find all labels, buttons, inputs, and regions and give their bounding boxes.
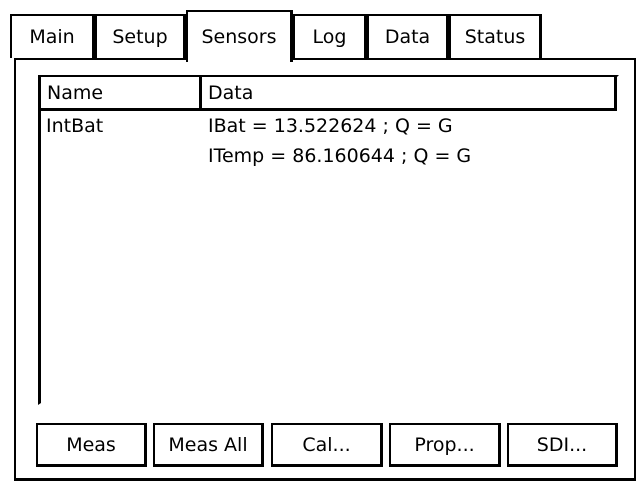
tab-sensors-label: Sensors [201,25,277,48]
column-header-data[interactable]: Data [202,77,617,111]
tab-main[interactable]: Main [10,14,95,58]
tab-data-label: Data [384,25,431,48]
tab-log-label: Log [312,25,347,48]
tab-data[interactable]: Data [367,14,449,58]
tab-main-label: Main [29,25,75,48]
list-row[interactable]: IntBat IBat = 13.522624 ; Q = G [41,111,617,141]
column-header-name[interactable]: Name [41,77,202,111]
tab-status[interactable]: Status [449,14,542,58]
tab-setup[interactable]: Setup [95,14,186,58]
cal-button-label: Cal... [302,433,351,456]
meas-all-button[interactable]: Meas All [153,423,264,467]
sensor-data: ITemp = 86.160644 ; Q = G [208,145,472,167]
meas-button-label: Meas [66,433,116,456]
meas-button[interactable]: Meas [36,423,147,467]
tab-setup-label: Setup [112,25,168,48]
tab-log[interactable]: Log [293,14,367,58]
list-row[interactable]: ITemp = 86.160644 ; Q = G [41,141,617,171]
prop-button[interactable]: Prop... [389,423,501,467]
cal-button[interactable]: Cal... [271,423,383,467]
sensors-list[interactable]: Name Data IntBat IBat = 13.522624 ; Q = … [38,75,619,405]
tab-status-label: Status [464,25,526,48]
sdi-button-label: SDI... [536,433,588,456]
column-header-data-label: Data [208,81,254,104]
prop-button-label: Prop... [414,433,475,456]
column-header-name-label: Name [47,81,104,104]
sensors-window: Main Setup Sensors Log Data Status Name … [4,4,636,481]
tab-sensors[interactable]: Sensors [186,10,293,62]
sensor-data: IBat = 13.522624 ; Q = G [208,115,453,137]
sdi-button[interactable]: SDI... [507,423,618,467]
meas-all-button-label: Meas All [168,433,248,456]
sensors-panel: Name Data IntBat IBat = 13.522624 ; Q = … [14,58,636,481]
sensor-name: IntBat [46,115,104,137]
list-header: Name Data [41,77,617,111]
